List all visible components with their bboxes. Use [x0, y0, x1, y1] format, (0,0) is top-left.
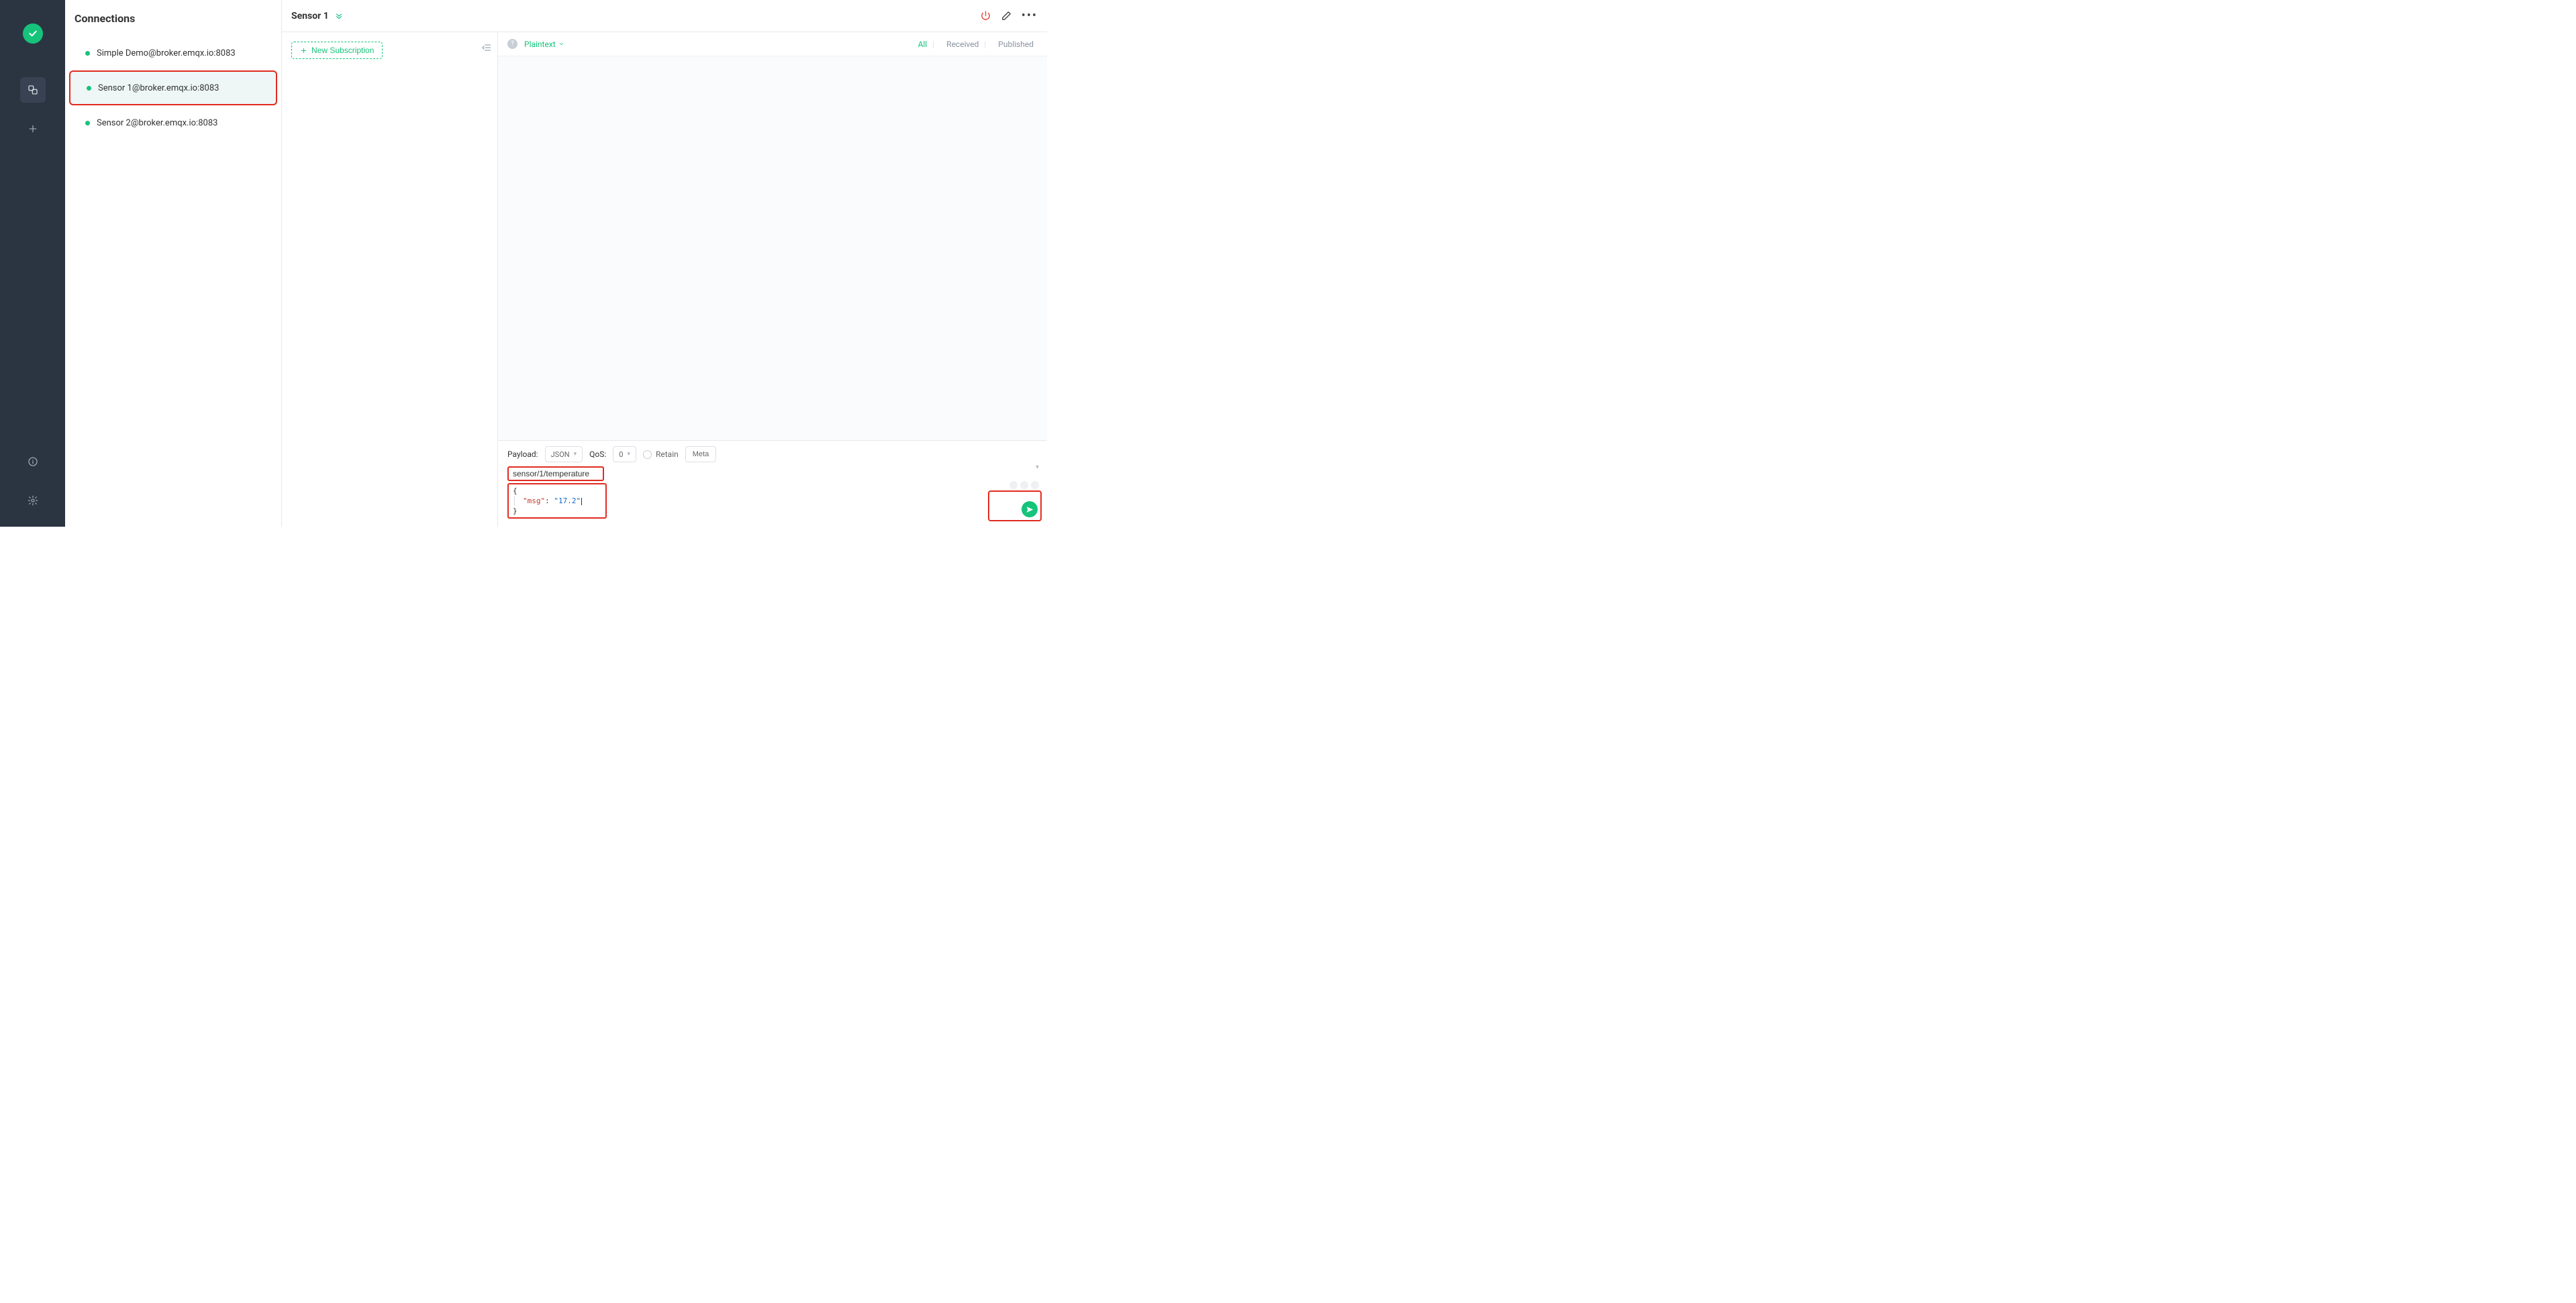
status-dot-icon: [85, 51, 90, 56]
status-dot-icon: [87, 86, 91, 91]
payload-format-select[interactable]: Plaintext: [524, 40, 564, 49]
chevron-down-icon: [558, 41, 564, 47]
status-dot-icon: [85, 121, 90, 125]
help-icon[interactable]: ?: [507, 39, 517, 49]
timed-send-indicator: [1009, 481, 1039, 489]
send-icon: [1026, 505, 1034, 514]
expand-icon[interactable]: [334, 11, 344, 21]
connection-item[interactable]: Sensor 2@broker.emqx.io:8083: [69, 105, 277, 140]
retain-label: Retain: [656, 450, 679, 459]
payload-panel: Payload: JSON ▾ QoS: 0 ▾ Retain: [498, 440, 1047, 527]
payload-format-value: JSON: [551, 450, 570, 459]
payload-editor[interactable]: { "msg": "17.2" }: [507, 483, 607, 519]
connections-title: Connections: [65, 0, 281, 36]
edit-button[interactable]: [1001, 10, 1012, 21]
payload-value: "17.2": [554, 497, 581, 505]
qos-value: 0: [619, 450, 623, 459]
app-logo: [23, 23, 43, 44]
more-button[interactable]: •••: [1022, 9, 1038, 23]
disconnect-button[interactable]: [980, 10, 991, 21]
filter-all[interactable]: All: [914, 40, 932, 49]
messages-panel: ? Plaintext All | Received | Published: [498, 32, 1047, 527]
connection-label: Simple Demo@broker.emqx.io:8083: [97, 48, 236, 58]
chevron-down-icon: ▾: [627, 451, 630, 458]
topic-input[interactable]: [507, 466, 604, 481]
send-highlight: [988, 490, 1042, 521]
main-panel: Sensor 1 ••• New Subscription: [282, 0, 1047, 527]
connections-panel: Connections Simple Demo@broker.emqx.io:8…: [65, 0, 282, 527]
expand-payload-icon[interactable]: ▾: [1036, 464, 1039, 471]
payload-key: "msg": [523, 497, 545, 505]
nav-rail: [0, 0, 65, 527]
connection-label: Sensor 2@broker.emqx.io:8083: [97, 118, 217, 128]
collapse-subscriptions-icon[interactable]: [481, 42, 492, 53]
qos-dropdown[interactable]: 0 ▾: [613, 446, 636, 462]
connection-label: Sensor 1@broker.emqx.io:8083: [98, 83, 219, 93]
chevron-down-icon: ▾: [574, 451, 577, 458]
connection-item[interactable]: Sensor 1@broker.emqx.io:8083: [69, 70, 277, 105]
subscriptions-panel: New Subscription: [282, 32, 498, 527]
payload-label: Payload:: [507, 450, 538, 459]
nav-connections[interactable]: [20, 77, 46, 103]
connection-name: Sensor 1: [291, 11, 329, 21]
plus-icon: [300, 47, 307, 54]
nav-settings[interactable]: [20, 488, 46, 513]
connection-item[interactable]: Simple Demo@broker.emqx.io:8083: [69, 36, 277, 70]
messages-toolbar: ? Plaintext All | Received | Published: [498, 32, 1047, 56]
send-button[interactable]: [1022, 501, 1038, 517]
new-subscription-button[interactable]: New Subscription: [291, 42, 383, 59]
filter-received[interactable]: Received: [942, 40, 983, 49]
new-subscription-label: New Subscription: [311, 46, 374, 55]
qos-label: QoS:: [589, 450, 606, 459]
format-label: Plaintext: [524, 40, 556, 49]
radio-icon: [643, 450, 652, 459]
connection-titlebar: Sensor 1 •••: [282, 0, 1047, 32]
retain-toggle[interactable]: Retain: [643, 450, 679, 459]
meta-button[interactable]: Meta: [685, 446, 716, 462]
nav-add[interactable]: [20, 116, 46, 142]
nav-info[interactable]: [20, 449, 46, 474]
filter-published[interactable]: Published: [994, 40, 1038, 49]
payload-format-dropdown[interactable]: JSON ▾: [545, 446, 583, 462]
messages-list: [498, 56, 1047, 440]
